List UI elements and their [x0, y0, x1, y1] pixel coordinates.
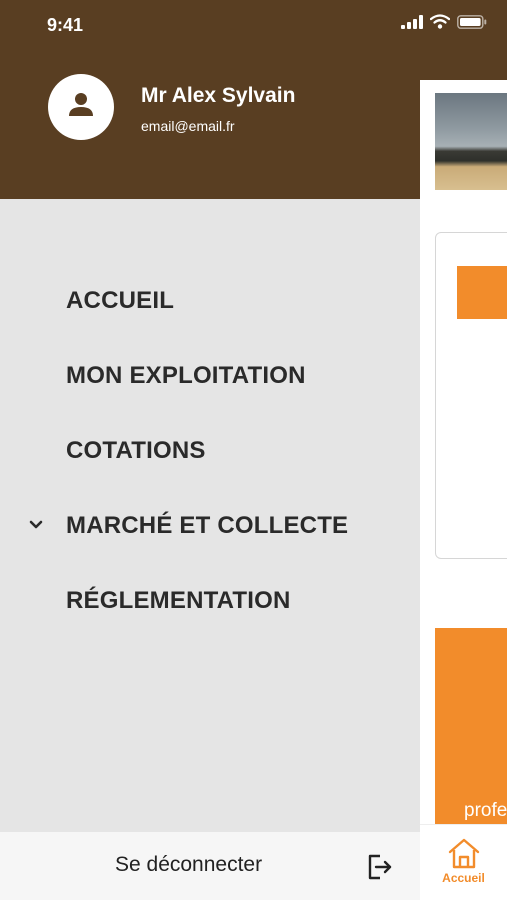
home-icon — [446, 836, 482, 870]
menu-item-label: ACCUEIL — [66, 286, 175, 314]
menu-item-label: RÉGLEMENTATION — [66, 586, 291, 614]
content-card[interactable] — [435, 232, 507, 559]
menu-item-mon-exploitation[interactable]: MON EXPLOITATION — [0, 338, 420, 413]
logout-icon — [367, 853, 393, 881]
navigation-drawer: Mr Alex Sylvain email@email.fr ACCUEIL M… — [0, 0, 420, 900]
person-icon — [66, 90, 96, 125]
tab-accueil[interactable]: Accueil — [420, 825, 507, 900]
menu-item-accueil[interactable]: ACCUEIL — [0, 263, 420, 338]
signal-icon — [401, 14, 423, 34]
logout-label: Se déconnecter — [115, 853, 263, 876]
menu-item-reglementation[interactable]: RÉGLEMENTATION — [0, 563, 420, 638]
user-name: Mr Alex Sylvain — [141, 84, 296, 107]
battery-icon — [457, 14, 487, 34]
logout-button[interactable]: Se déconnecter — [0, 832, 420, 900]
promo-banner[interactable]: profe — [435, 628, 507, 824]
field-photo — [435, 93, 507, 190]
status-icons — [401, 14, 487, 34]
user-email: email@email.fr — [141, 118, 235, 134]
card-orange-banner — [457, 266, 507, 319]
bottom-tab-bar: Accueil — [420, 824, 507, 900]
menu-item-label: MARCHÉ ET COLLECTE — [66, 511, 349, 539]
menu-item-label: COTATIONS — [66, 436, 206, 464]
promo-text: profe — [464, 800, 507, 821]
status-time: 9:41 — [47, 15, 84, 35]
drawer-menu: ACCUEIL MON EXPLOITATION COTATIONS MARCH… — [0, 263, 420, 638]
chevron-down-icon[interactable] — [28, 518, 44, 532]
avatar[interactable] — [48, 74, 114, 140]
status-bar: 9:41 — [0, 0, 507, 52]
menu-item-cotations[interactable]: COTATIONS — [0, 413, 420, 488]
menu-item-label: MON EXPLOITATION — [66, 361, 306, 389]
menu-item-marche-et-collecte[interactable]: MARCHÉ ET COLLECTE — [0, 488, 420, 563]
tab-accueil-label: Accueil — [442, 871, 485, 885]
wifi-icon — [429, 14, 451, 34]
